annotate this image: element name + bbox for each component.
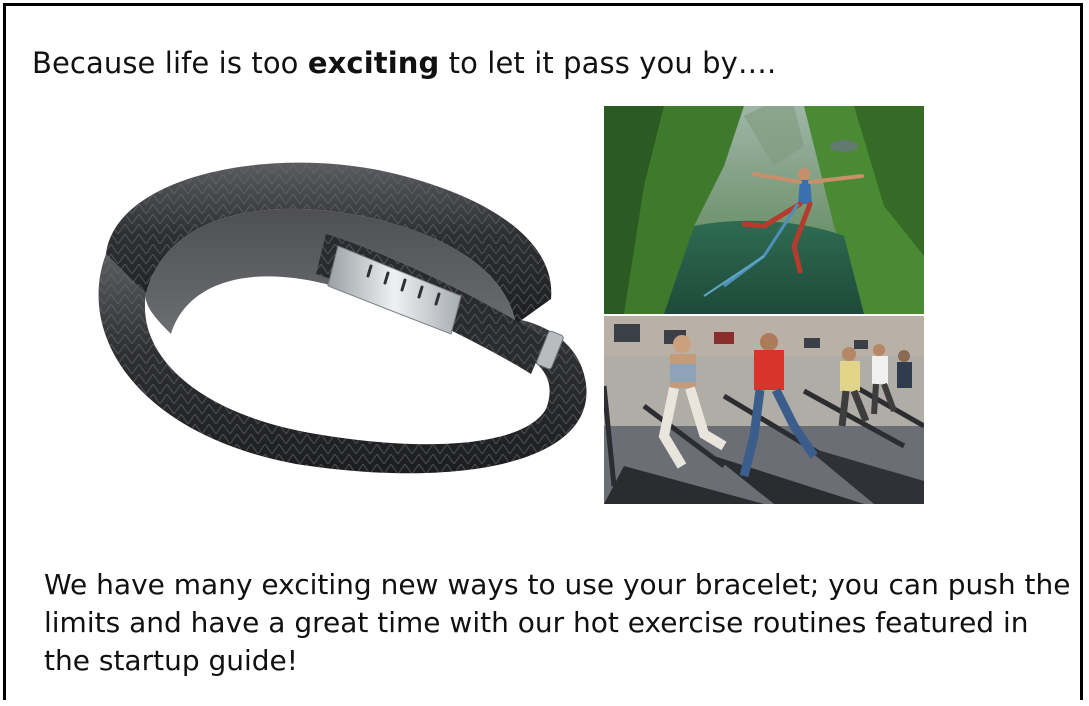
treadmill-gym-photo — [604, 316, 924, 504]
slide: Because life is too exciting to let it p… — [3, 3, 1083, 700]
body-paragraph: We have many exciting new ways to use yo… — [44, 568, 1071, 677]
bracelet-image — [76, 134, 596, 494]
slide-headline: Because life is too exciting to let it p… — [32, 46, 777, 80]
bungee-jump-photo — [604, 106, 924, 314]
headline-emphasis: exciting — [307, 46, 440, 80]
